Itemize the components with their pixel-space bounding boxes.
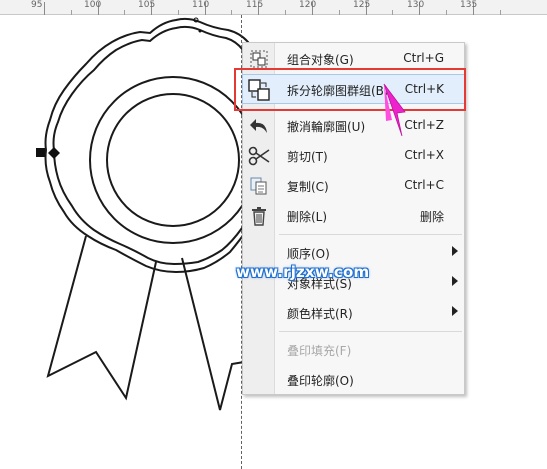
menu-item-shortcut: Ctrl+Z: [404, 118, 444, 132]
menu-item-overprint-fill[interactable]: 叠印填充(F): [243, 335, 464, 365]
ruler-label: 125: [353, 0, 371, 10]
menu-separator: [279, 234, 462, 235]
outer-circle: [89, 76, 257, 244]
menu-item-label: 顺序(O): [287, 247, 330, 261]
menu-item-label: 删除(L): [287, 210, 328, 224]
selection-handle: [36, 148, 45, 157]
copy-icon: [247, 175, 271, 197]
menu-item-overprint-outline[interactable]: 叠印轮廓(O): [243, 365, 464, 395]
group-icon: [247, 48, 271, 70]
horizontal-ruler: 95 100 105 110 115 120 125 130 135: [0, 0, 547, 15]
submenu-arrow-icon: [452, 276, 458, 286]
menu-item-label: 剪切(T): [287, 150, 328, 164]
menu-item-delete[interactable]: 删除(L) 删除: [243, 201, 464, 231]
menu-item-label: 撤消輪廓圖(U): [287, 120, 366, 134]
ruler-label: 100: [84, 0, 102, 10]
inner-circle: [106, 93, 240, 227]
menu-separator: [279, 331, 462, 332]
menu-item-shortcut: 删除: [419, 210, 444, 224]
menu-item-copy[interactable]: 复制(C) Ctrl+C: [243, 171, 464, 201]
ruler-label: 105: [138, 0, 156, 10]
trash-icon: [247, 205, 271, 227]
right-ribbon: [181, 257, 245, 411]
menu-item-undo-contour[interactable]: 撤消輪廓圖(U) Ctrl+Z: [243, 111, 464, 141]
submenu-arrow-icon: [452, 246, 458, 256]
left-ribbon: [46, 235, 157, 401]
submenu-arrow-icon: [452, 306, 458, 316]
menu-item-label: 叠印轮廓(O): [287, 374, 354, 388]
menu-item-shortcut: Ctrl+C: [404, 178, 444, 192]
ruler-label: 115: [246, 0, 264, 10]
menu-item-label: 叠印填充(F): [287, 344, 352, 358]
ruler-label: 130: [407, 0, 425, 10]
node-marker: [198, 29, 202, 33]
ruler-tick: [44, 2, 45, 15]
menu-item-label: 复制(C): [287, 180, 329, 194]
site-watermark: www.rjzxw.com: [236, 263, 370, 281]
ruler-label: 120: [299, 0, 317, 10]
ruler-label: 135: [460, 0, 478, 10]
menu-item-shortcut: Ctrl+X: [404, 148, 444, 162]
menu-item-cut[interactable]: 剪切(T) Ctrl+X: [243, 141, 464, 171]
ruler-label: 95: [31, 0, 43, 10]
menu-item-shortcut: Ctrl+G: [403, 51, 444, 65]
menu-item-label: 组合对象(G): [287, 53, 354, 67]
ruler-label: 110: [192, 0, 210, 10]
menu-item-label: 颜色样式(R): [287, 307, 353, 321]
undo-icon: [247, 115, 271, 137]
highlight-box: [234, 68, 466, 111]
scissors-icon: [247, 145, 271, 167]
menu-item-color-styles[interactable]: 颜色样式(R): [243, 298, 464, 328]
selection-node: [48, 147, 60, 159]
